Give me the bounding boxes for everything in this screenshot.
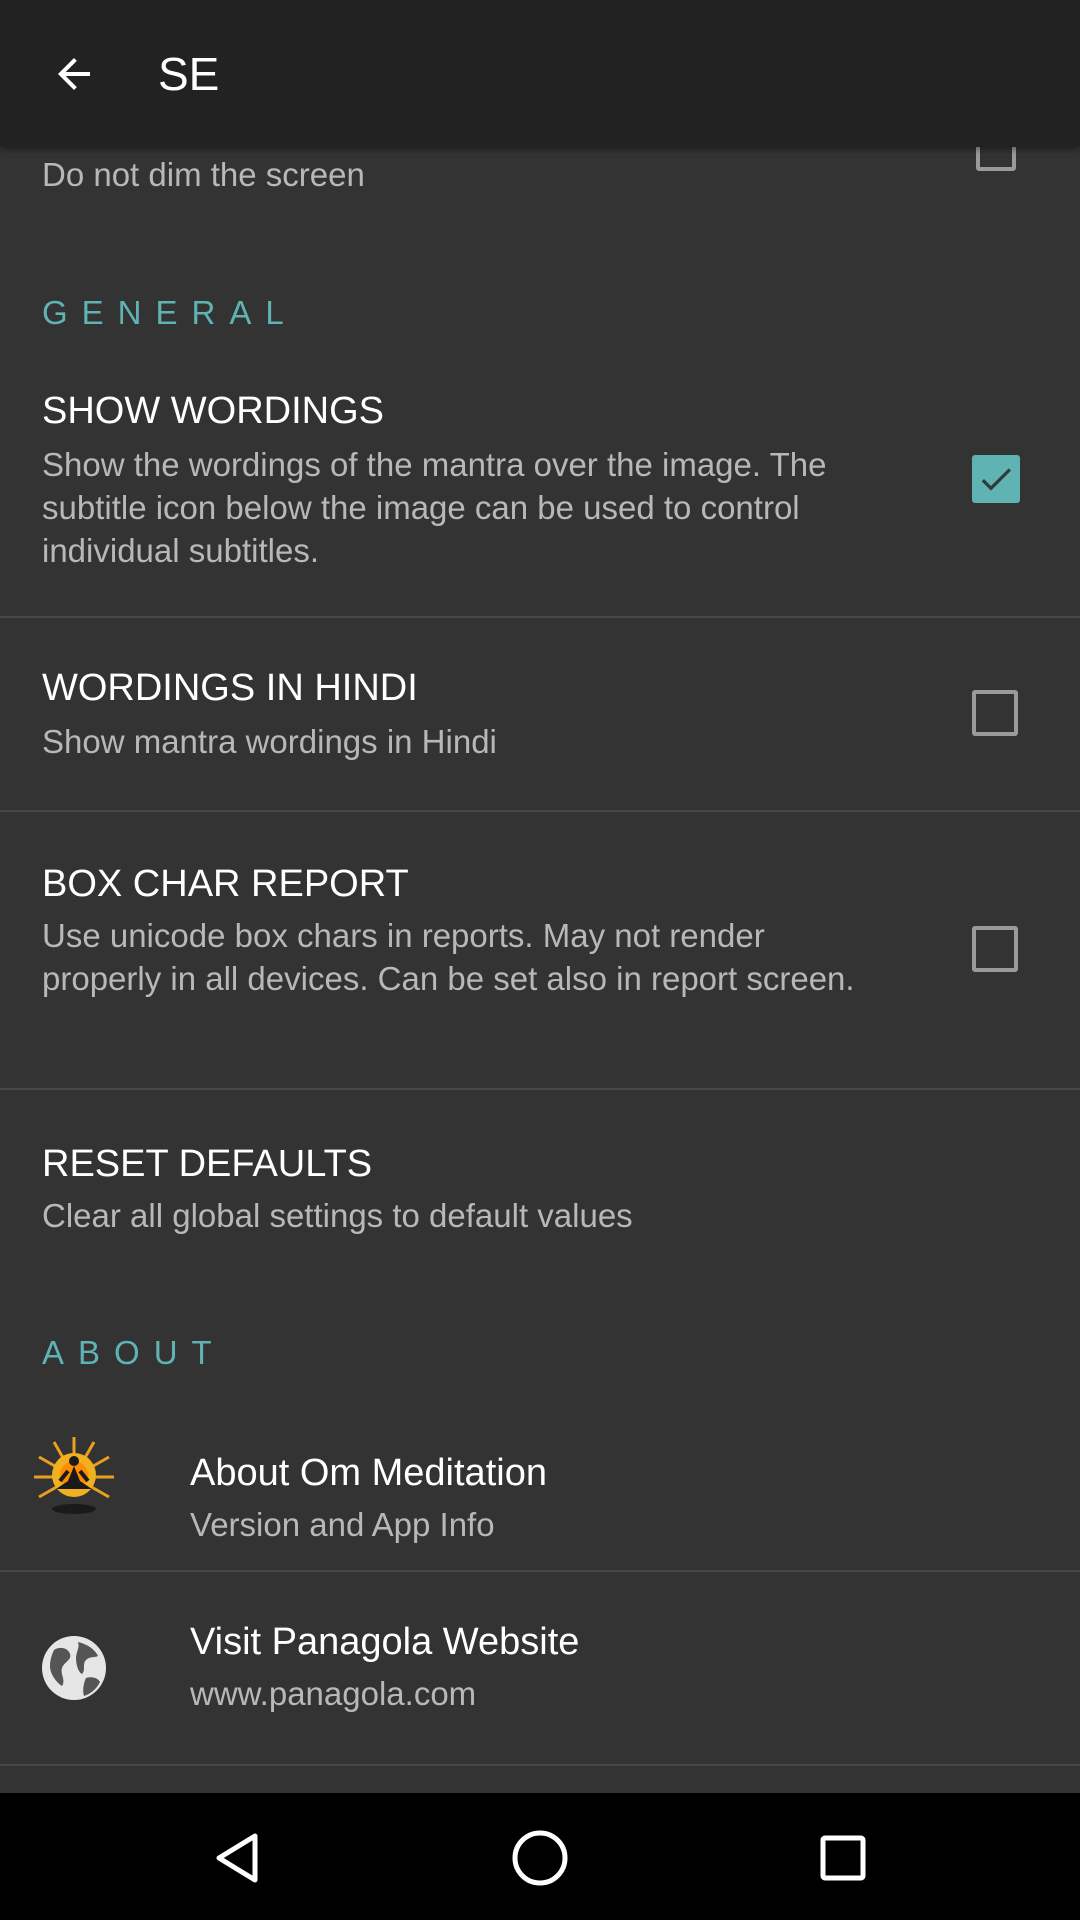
wordings-in-hindi-preference[interactable]: WORDINGS IN HINDI Show mantra wordings i… bbox=[0, 618, 1080, 808]
website-preference[interactable]: Visit Panagola Website www.panagola.com bbox=[0, 1572, 1080, 1762]
nav-recents-button[interactable] bbox=[808, 1823, 878, 1893]
website-title: Visit Panagola Website bbox=[190, 1621, 580, 1663]
back-button[interactable] bbox=[44, 46, 104, 102]
wordings-in-hindi-checkbox[interactable] bbox=[972, 690, 1018, 736]
box-char-report-summary: Use unicode box chars in reports. May no… bbox=[42, 917, 855, 997]
meditation-logo-icon bbox=[32, 1435, 116, 1519]
reset-defaults-preference[interactable]: RESET DEFAULTS Clear all global settings… bbox=[0, 1090, 1080, 1280]
show-wordings-checkbox[interactable] bbox=[972, 455, 1020, 503]
square-recents-icon bbox=[820, 1835, 866, 1881]
general-category-header: GENERAL bbox=[42, 294, 298, 331]
about-app-title: About Om Meditation bbox=[190, 1452, 547, 1494]
about-app-summary: Version and App Info bbox=[190, 1506, 495, 1543]
keep-screen-on-checkbox[interactable] bbox=[976, 147, 1016, 171]
wordings-in-hindi-title: WORDINGS IN HINDI bbox=[42, 667, 418, 709]
keep-screen-on-summary: Do not dim the screen bbox=[42, 156, 365, 193]
triangle-back-icon bbox=[216, 1833, 258, 1883]
nav-back-button[interactable] bbox=[202, 1823, 272, 1893]
box-char-report-preference[interactable]: BOX CHAR REPORT Use unicode box chars in… bbox=[0, 812, 1080, 1088]
check-icon bbox=[981, 468, 1011, 491]
arrow-back-icon bbox=[58, 58, 90, 90]
box-char-report-title: BOX CHAR REPORT bbox=[42, 863, 409, 905]
about-app-preference[interactable]: About Om Meditation Version and App Info bbox=[0, 1405, 1080, 1569]
reset-defaults-summary: Clear all global settings to default val… bbox=[42, 1197, 633, 1234]
show-wordings-title: SHOW WORDINGS bbox=[42, 390, 384, 432]
circle-home-icon bbox=[512, 1830, 568, 1886]
website-summary: www.panagola.com bbox=[190, 1675, 477, 1712]
nav-home-button[interactable] bbox=[505, 1823, 575, 1893]
wordings-in-hindi-summary: Show mantra wordings in Hindi bbox=[42, 723, 497, 760]
system-navigation-bar bbox=[0, 1793, 1080, 1920]
divider bbox=[0, 1764, 1080, 1766]
show-wordings-preference[interactable]: SHOW WORDINGS Show the wordings of the m… bbox=[0, 367, 1080, 615]
about-category-header: ABOUT bbox=[42, 1334, 226, 1371]
app-bar: SE bbox=[0, 0, 1080, 147]
reset-defaults-title: RESET DEFAULTS bbox=[42, 1143, 373, 1185]
page-title: SE bbox=[158, 48, 220, 100]
globe-icon bbox=[40, 1634, 108, 1702]
show-wordings-summary: Show the wordings of the mantra over the… bbox=[42, 446, 827, 569]
keep-screen-on-preference[interactable]: Do not dim the screen bbox=[0, 147, 1080, 237]
box-char-report-checkbox[interactable] bbox=[972, 926, 1018, 972]
settings-list[interactable]: Do not dim the screen GENERAL SHOW WORDI… bbox=[0, 147, 1080, 1793]
